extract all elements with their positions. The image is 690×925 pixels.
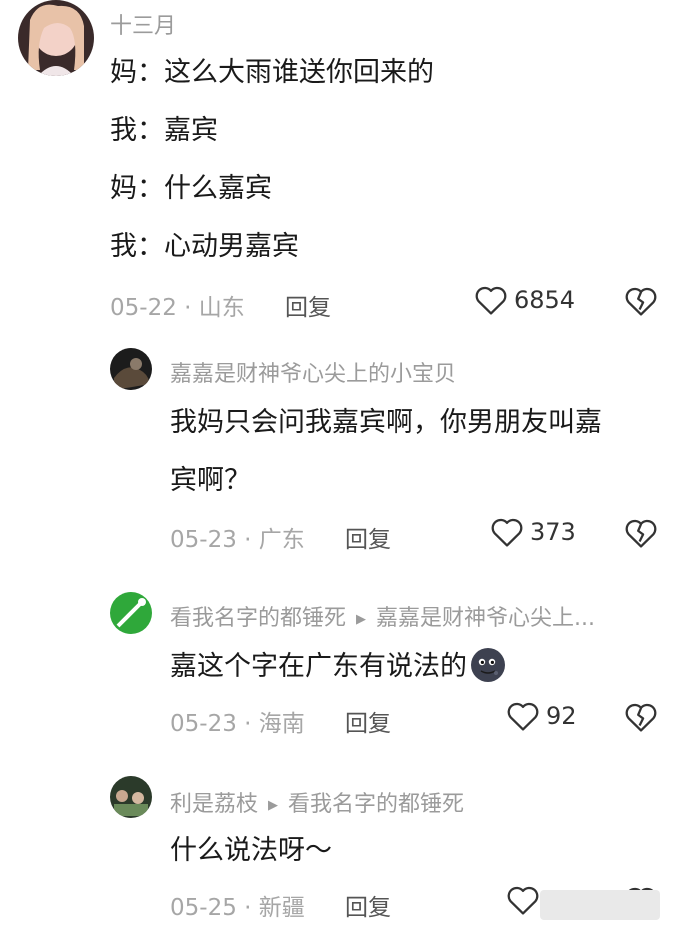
broken-heart-icon: [624, 285, 658, 317]
comment-date: 05-22: [110, 295, 177, 321]
avatar[interactable]: [110, 348, 152, 390]
comment-meta: 05-23 · 广东: [170, 527, 305, 553]
comment-meta: 05-22 · 山东: [110, 295, 245, 321]
reply-button[interactable]: 回复: [345, 704, 391, 738]
reply-arrow-icon: ▶: [356, 612, 367, 627]
like-count: 6854: [514, 286, 576, 314]
dislike-button[interactable]: [624, 517, 658, 549]
comment-body: 妈：这么大雨谁送你回来的 我：嘉宾 妈：什么嘉宾 我：心动男嘉宾: [110, 44, 434, 276]
comment-line: 妈：这么大雨谁送你回来的: [110, 57, 434, 88]
comment-username[interactable]: 十三月: [110, 8, 176, 40]
comment-date: 05-23: [170, 711, 237, 737]
reply-button[interactable]: 回复: [285, 288, 331, 322]
like-button[interactable]: 92: [506, 700, 577, 732]
comment-meta: 05-25 · 新疆: [170, 895, 305, 921]
avatar[interactable]: [110, 776, 152, 818]
like-count: 373: [530, 518, 576, 546]
dislike-button[interactable]: [624, 285, 658, 317]
reply-to-username[interactable]: 看我名字的都锤死: [288, 792, 464, 817]
comment-line: 什么说法呀～: [170, 835, 332, 866]
comment-date: 05-23: [170, 527, 237, 553]
comment-line: 宾啊？: [170, 465, 251, 496]
comment-date: 05-25: [170, 895, 237, 921]
broken-heart-icon: [624, 517, 658, 549]
like-count: 92: [546, 702, 577, 730]
comment-username[interactable]: 嘉嘉是财神爷心尖上的小宝贝: [170, 356, 456, 388]
broken-heart-icon: [624, 701, 658, 733]
reply-button[interactable]: 回复: [345, 888, 391, 922]
avatar[interactable]: [110, 592, 152, 634]
heart-icon: [506, 700, 540, 732]
watermark-blur: [540, 890, 660, 920]
comment-username[interactable]: 利是荔枝 ▶ 看我名字的都锤死: [170, 786, 464, 818]
comment-line: 妈：什么嘉宾: [110, 173, 272, 204]
comment-line: 嘉这个字在广东有说法的: [170, 638, 507, 696]
reply-to-username[interactable]: 嘉嘉是财神爷心尖上...: [376, 606, 595, 631]
comment-location: 海南: [258, 711, 305, 737]
heart-icon: [506, 884, 540, 916]
comment-location: 山东: [198, 295, 245, 321]
comment-body: 嘉这个字在广东有说法的: [170, 638, 507, 696]
comment-username[interactable]: 看我名字的都锤死 ▶ 嘉嘉是财神爷心尖上...: [170, 600, 595, 632]
comment-location: 广东: [258, 527, 305, 553]
heart-icon: [474, 284, 508, 316]
like-button[interactable]: 373: [490, 516, 576, 548]
comment-meta: 05-23 · 海南: [170, 711, 305, 737]
comment-line: 我：嘉宾: [110, 115, 218, 146]
smiling-moon-emoji: [469, 646, 507, 684]
like-button[interactable]: 6854: [474, 284, 575, 316]
comment-body: 什么说法呀～: [170, 822, 332, 880]
comment-location: 新疆: [258, 895, 305, 921]
avatar[interactable]: [18, 0, 94, 76]
dislike-button[interactable]: [624, 701, 658, 733]
reply-button[interactable]: 回复: [345, 520, 391, 554]
comment-body: 我妈只会问我嘉宾啊，你男朋友叫嘉 宾啊？: [170, 394, 602, 510]
comment-line: 我：心动男嘉宾: [110, 231, 299, 262]
reply-arrow-icon: ▶: [268, 798, 279, 813]
comment-line: 我妈只会问我嘉宾啊，你男朋友叫嘉: [170, 407, 602, 438]
heart-icon: [490, 516, 524, 548]
